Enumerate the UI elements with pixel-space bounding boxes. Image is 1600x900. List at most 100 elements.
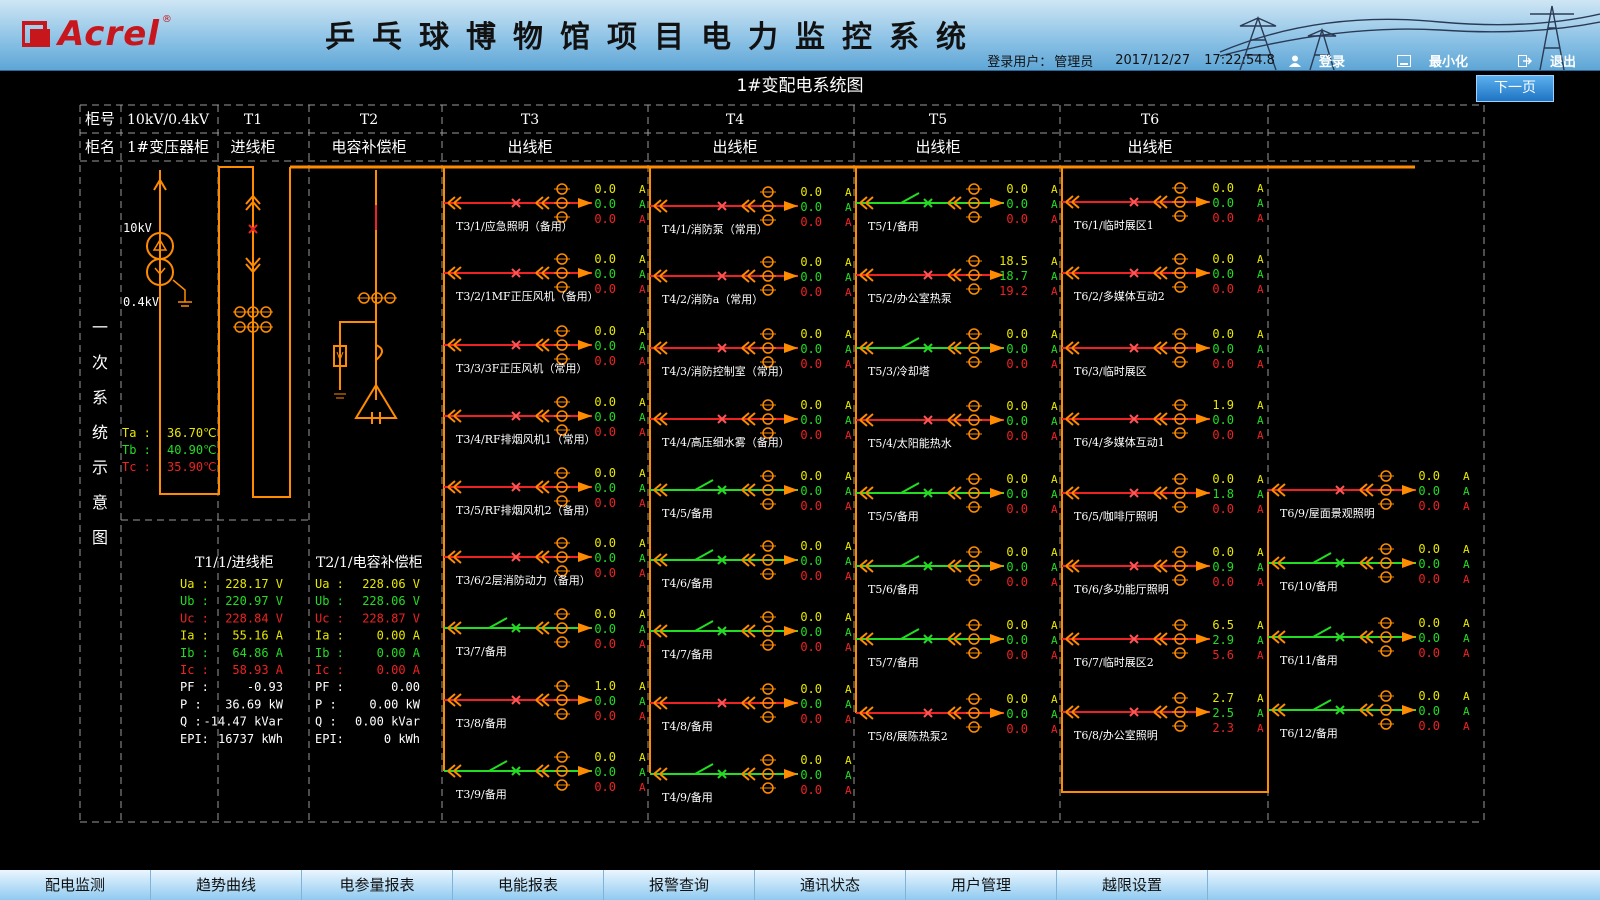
tab-9[interactable]	[1208, 870, 1600, 900]
cabinet-no: T1	[244, 112, 262, 128]
current-unit: A	[845, 429, 852, 442]
feeder-label: T5/2/办公室热泵	[868, 291, 952, 305]
temp-key: Tb :	[122, 443, 151, 457]
meter-key: Q :	[180, 715, 202, 729]
current-unit: A	[1257, 328, 1264, 341]
exit-button[interactable]: 退出	[1517, 51, 1576, 70]
current-value: 0.0	[1006, 212, 1028, 226]
current-unit: A	[845, 201, 852, 214]
next-page-button[interactable]: 下一页	[1476, 75, 1554, 102]
cabinet-name: 出线柜	[712, 138, 757, 156]
feeder-label: T6/12/备用	[1280, 726, 1338, 740]
arrow-icon	[1196, 488, 1210, 498]
feeder-label: T4/9/备用	[662, 790, 713, 804]
current-value: 0.0	[800, 185, 822, 199]
current-value: 0.0	[800, 712, 822, 726]
current-unit: A	[1463, 470, 1470, 483]
feeder-label: T3/6/2层消防动力（备用）	[456, 573, 591, 587]
current-value: 0.0	[1212, 342, 1234, 356]
current-value: 0.0	[800, 783, 822, 797]
current-value: 2.3	[1212, 721, 1234, 735]
current-value: 1.0	[594, 679, 616, 693]
current-unit: A	[845, 754, 852, 767]
current-value: 0.0	[1418, 484, 1440, 498]
feeder-T3/3/3F正压风机（常用）	[444, 325, 592, 365]
current-value: 0.0	[594, 339, 616, 353]
current-unit: A	[639, 567, 646, 580]
cabinet-no-header: 柜号	[85, 110, 115, 128]
current-value: 0.0	[594, 694, 616, 708]
tab-7[interactable]: 用户管理	[906, 870, 1057, 900]
current-value: 0.0	[594, 765, 616, 779]
current-unit: A	[1051, 255, 1058, 268]
feeder-label: T6/3/临时展区	[1074, 364, 1147, 378]
current-value: 0.0	[1418, 689, 1440, 703]
feeder-T6/8/办公室照明	[1062, 692, 1210, 732]
ground-icon	[334, 393, 346, 399]
arrow-icon	[1402, 705, 1416, 715]
current-unit: A	[1463, 485, 1470, 498]
current-unit: A	[1051, 285, 1058, 298]
current-value: 0.0	[594, 395, 616, 409]
arrow-icon	[1402, 632, 1416, 642]
tab-1[interactable]: 配电监测	[0, 870, 151, 900]
current-unit: A	[1051, 213, 1058, 226]
current-unit: A	[639, 183, 646, 196]
current-unit: A	[845, 626, 852, 639]
current-unit: A	[639, 426, 646, 439]
current-value: 0.0	[1418, 719, 1440, 733]
current-value: 0.0	[800, 768, 822, 782]
current-value: 0.0	[1006, 487, 1028, 501]
arrow-icon	[784, 201, 798, 211]
current-unit: A	[639, 710, 646, 723]
meter-key: Ib :	[315, 646, 344, 660]
tab-4[interactable]: 电能报表	[453, 870, 604, 900]
current-value: 0.0	[1006, 429, 1028, 443]
current-value: 0.0	[594, 466, 616, 480]
meter-value: 0.00 A	[377, 663, 421, 677]
meter-key: Uc :	[315, 611, 344, 625]
current-value: 0.0	[1006, 502, 1028, 516]
arrow-icon	[578, 482, 592, 492]
feeder-T4/2/消防a（常用）	[650, 256, 798, 296]
tab-5[interactable]: 报警查询	[604, 870, 755, 900]
arrow-icon	[578, 623, 592, 633]
switch-open-icon	[694, 549, 714, 561]
arrow-icon	[1196, 561, 1210, 571]
current-unit: A	[639, 608, 646, 621]
current-unit: A	[845, 470, 852, 483]
current-unit: A	[639, 213, 646, 226]
current-value: 0.0	[1418, 499, 1440, 513]
current-value: 0.0	[1418, 572, 1440, 586]
meter-value: 0.00	[391, 680, 420, 694]
current-value: 0.0	[594, 637, 616, 651]
current-value: 0.0	[1006, 633, 1028, 647]
arrow-icon	[1196, 634, 1210, 644]
arrow-icon	[578, 695, 592, 705]
tab-3[interactable]: 电参量报表	[302, 870, 453, 900]
current-unit: A	[639, 283, 646, 296]
current-unit: A	[639, 325, 646, 338]
arrow-icon	[578, 766, 592, 776]
current-unit: A	[639, 467, 646, 480]
current-unit: A	[1257, 619, 1264, 632]
current-value: 0.0	[594, 212, 616, 226]
current-unit: A	[639, 766, 646, 779]
current-value: 0.0	[800, 200, 822, 214]
arrow-icon	[578, 552, 592, 562]
current-unit: A	[845, 399, 852, 412]
meter-value: 0.00 kVar	[355, 715, 420, 729]
tab-8[interactable]: 越限设置	[1057, 870, 1208, 900]
current-unit: A	[1051, 358, 1058, 371]
minimize-button[interactable]: 最小化	[1396, 51, 1468, 70]
login-button[interactable]: 登录	[1288, 51, 1345, 70]
current-value: 0.0	[1418, 646, 1440, 660]
current-unit: A	[1051, 708, 1058, 721]
arrow-icon	[990, 488, 1004, 498]
tab-6[interactable]: 通讯状态	[755, 870, 906, 900]
current-unit: A	[1463, 500, 1470, 513]
tab-2[interactable]: 趋势曲线	[151, 870, 302, 900]
current-unit: A	[845, 713, 852, 726]
login-user-label: 登录用户：	[987, 55, 1053, 70]
arrow-icon	[784, 626, 798, 636]
